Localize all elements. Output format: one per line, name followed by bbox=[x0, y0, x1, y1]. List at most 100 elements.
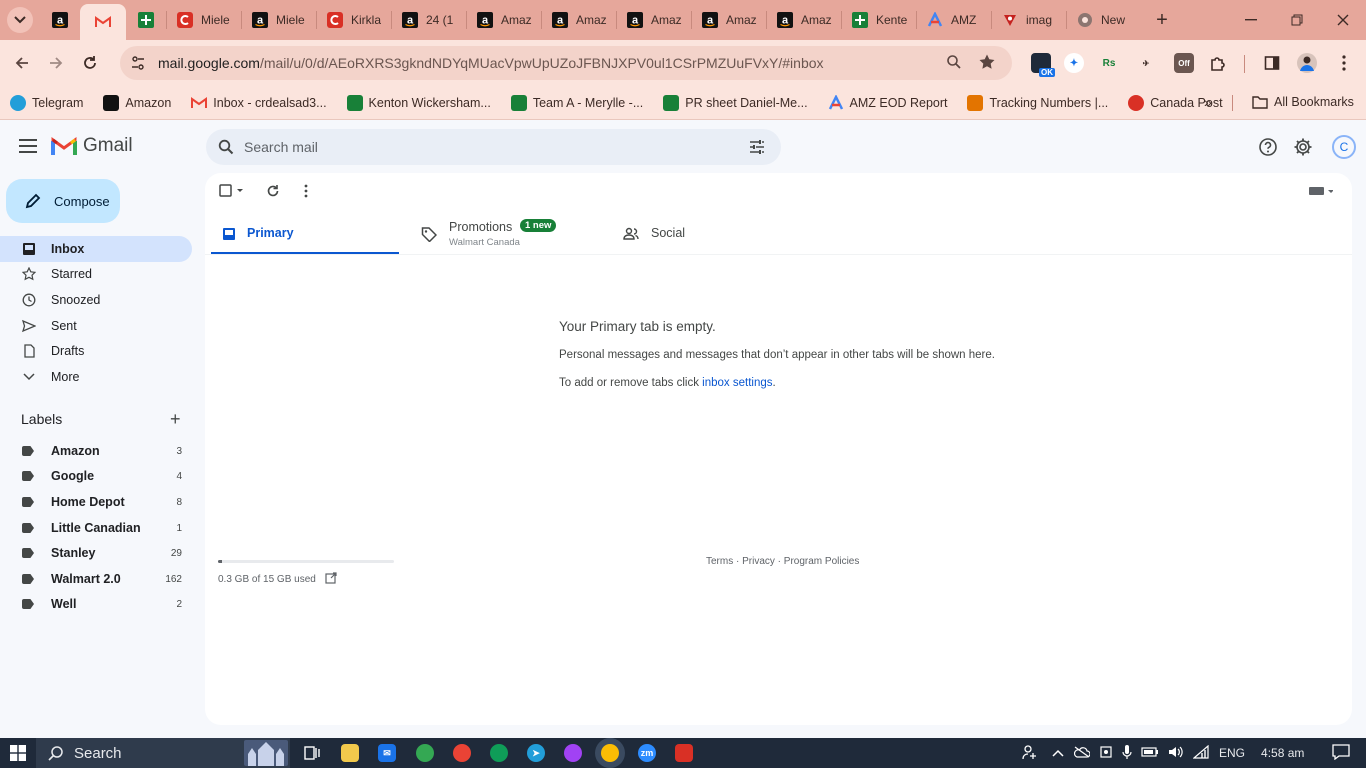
tab-primary[interactable]: Primary bbox=[211, 212, 399, 255]
side-panel-icon[interactable] bbox=[1262, 53, 1282, 73]
battery-icon[interactable] bbox=[1141, 746, 1159, 761]
wifi-icon[interactable] bbox=[1192, 744, 1209, 762]
inbox-settings-link[interactable]: inbox settings bbox=[702, 377, 772, 389]
restore-button[interactable] bbox=[1274, 0, 1320, 40]
language-indicator[interactable]: ENG bbox=[1219, 746, 1245, 760]
mail-app-icon[interactable]: ✉ bbox=[378, 744, 396, 762]
label-item[interactable]: Well 2 bbox=[0, 592, 192, 616]
bookmark-item[interactable]: Telegram bbox=[10, 94, 83, 111]
taskbar-search-input[interactable]: Search bbox=[74, 745, 122, 762]
sidebar-item-sent[interactable]: Sent bbox=[0, 313, 192, 339]
browser-tab[interactable]: a Amaz bbox=[692, 0, 766, 40]
clock[interactable]: 4:58 am bbox=[1261, 746, 1304, 760]
close-window-button[interactable] bbox=[1320, 0, 1366, 40]
create-label-icon[interactable]: + bbox=[170, 410, 181, 428]
extensions-puzzle-icon[interactable] bbox=[1208, 53, 1228, 73]
label-item[interactable]: Little Canadian 1 bbox=[0, 516, 192, 540]
browser-tab[interactable] bbox=[126, 0, 166, 40]
browser-tab[interactable]: a 24 (1 bbox=[392, 0, 466, 40]
extension-ok-icon[interactable]: OK bbox=[1031, 53, 1055, 77]
label-item[interactable]: Amazon 3 bbox=[0, 439, 192, 463]
browser-tab[interactable]: a bbox=[40, 0, 80, 40]
chrome-taskbar-icon[interactable] bbox=[416, 744, 434, 762]
gmail-logo[interactable]: Gmail bbox=[51, 135, 133, 157]
label-item[interactable]: Google 4 bbox=[0, 464, 192, 488]
bookmark-item[interactable]: Inbox - crdealsad3... bbox=[191, 95, 327, 111]
minimize-button[interactable] bbox=[1228, 0, 1274, 40]
onedrive-icon[interactable] bbox=[1073, 746, 1091, 761]
bookmark-item[interactable]: Amazon bbox=[103, 94, 171, 111]
browser-tab[interactable]: a Amaz bbox=[767, 0, 841, 40]
input-tools-keyboard-icon[interactable] bbox=[1309, 186, 1333, 196]
new-tab-button[interactable]: + bbox=[1147, 5, 1177, 35]
account-avatar[interactable]: C bbox=[1332, 135, 1356, 159]
more-options-icon[interactable] bbox=[304, 184, 308, 198]
sidebar-item-starred[interactable]: Starred bbox=[0, 261, 192, 287]
browser-tab[interactable]: a Amaz bbox=[542, 0, 616, 40]
notifications-icon[interactable] bbox=[1332, 743, 1351, 763]
telegram-taskbar-icon[interactable]: ➤ bbox=[527, 744, 545, 762]
sidebar-item-drafts[interactable]: Drafts bbox=[0, 338, 192, 364]
main-menu-icon[interactable] bbox=[16, 135, 40, 159]
address-bar[interactable]: mail.google.com/mail/u/0/d/AEoRXRS3gkndN… bbox=[120, 46, 1012, 80]
browser-tab[interactable]: a Amaz bbox=[467, 0, 541, 40]
search-options-icon[interactable] bbox=[749, 139, 765, 155]
task-view-icon[interactable] bbox=[303, 744, 321, 762]
tab-search-button[interactable] bbox=[0, 0, 40, 40]
browser-tab[interactable]: Kirkla bbox=[317, 0, 391, 40]
chrome-active-taskbar-icon[interactable] bbox=[601, 744, 619, 762]
volume-icon[interactable] bbox=[1168, 745, 1184, 762]
file-explorer-icon[interactable] bbox=[341, 744, 359, 762]
extension-off-icon[interactable]: Off bbox=[1174, 53, 1194, 73]
edge-icon[interactable] bbox=[490, 744, 508, 762]
extension-globe-icon[interactable]: ✦ bbox=[1064, 53, 1084, 73]
extension-logo-icon[interactable]: ✈ bbox=[1136, 53, 1156, 73]
refresh-icon[interactable] bbox=[266, 184, 280, 198]
chrome-menu-icon[interactable] bbox=[1334, 53, 1354, 73]
browser-tab[interactable]: Miele bbox=[167, 0, 241, 40]
compose-button[interactable]: Compose bbox=[6, 179, 120, 223]
site-info-icon[interactable] bbox=[130, 55, 146, 74]
bookmark-star-icon[interactable] bbox=[978, 53, 996, 74]
device-icon[interactable] bbox=[1099, 745, 1113, 762]
back-button[interactable] bbox=[5, 46, 39, 80]
windows-start-button[interactable] bbox=[0, 738, 36, 768]
sidebar-item-more[interactable]: More bbox=[0, 364, 192, 390]
bookmark-item[interactable]: Tracking Numbers |... bbox=[967, 94, 1108, 111]
browser-tab[interactable]: Kente bbox=[842, 0, 916, 40]
tab-promotions[interactable]: Promotions 1 new Walmart Canada bbox=[411, 212, 611, 255]
select-all-checkbox[interactable] bbox=[219, 184, 245, 198]
label-item[interactable]: Home Depot 8 bbox=[0, 490, 192, 514]
browser-tab[interactable]: imag bbox=[992, 0, 1066, 40]
people-tray-icon[interactable] bbox=[1022, 744, 1038, 763]
chevron-up-icon[interactable] bbox=[1052, 746, 1064, 760]
browser-tab[interactable] bbox=[80, 4, 126, 40]
messenger-icon[interactable] bbox=[564, 744, 582, 762]
chrome-profile-taskbar-icon[interactable] bbox=[453, 744, 471, 762]
footer-links[interactable]: Terms · Privacy · Program Policies bbox=[706, 556, 859, 567]
extension-rs-icon[interactable]: Rs bbox=[1099, 53, 1119, 73]
tab-social[interactable]: Social bbox=[613, 212, 813, 255]
browser-tab[interactable]: a Amaz bbox=[617, 0, 691, 40]
settings-gear-icon[interactable] bbox=[1291, 135, 1315, 159]
search-bar[interactable]: Search mail bbox=[206, 129, 781, 165]
forward-button[interactable] bbox=[39, 46, 73, 80]
bookmark-item[interactable]: Team A - Merylle -... bbox=[510, 94, 643, 111]
help-icon[interactable] bbox=[1256, 135, 1280, 159]
bookmark-item[interactable]: PR sheet Daniel-Me... bbox=[663, 94, 808, 111]
zoom-search-icon[interactable] bbox=[946, 54, 962, 73]
bookmark-item[interactable]: AMZ EOD Report bbox=[828, 94, 947, 111]
search-input[interactable]: Search mail bbox=[244, 139, 318, 155]
reload-button[interactable] bbox=[73, 46, 107, 80]
app-pin-icon[interactable] bbox=[675, 744, 693, 762]
zoom-icon[interactable]: zm bbox=[638, 744, 656, 762]
more-bookmarks-icon[interactable]: » bbox=[1204, 94, 1212, 110]
label-item[interactable]: Walmart 2.0 162 bbox=[0, 567, 192, 591]
sidebar-item-snoozed[interactable]: Snoozed bbox=[0, 287, 192, 313]
browser-tab[interactable]: New bbox=[1067, 0, 1141, 40]
microphone-icon[interactable] bbox=[1122, 744, 1132, 763]
browser-tab[interactable]: AMZ bbox=[917, 0, 991, 40]
all-bookmarks-button[interactable]: All Bookmarks bbox=[1252, 95, 1354, 109]
browser-tab[interactable]: a Miele bbox=[242, 0, 316, 40]
bookmark-item[interactable]: Kenton Wickersham... bbox=[346, 94, 491, 111]
